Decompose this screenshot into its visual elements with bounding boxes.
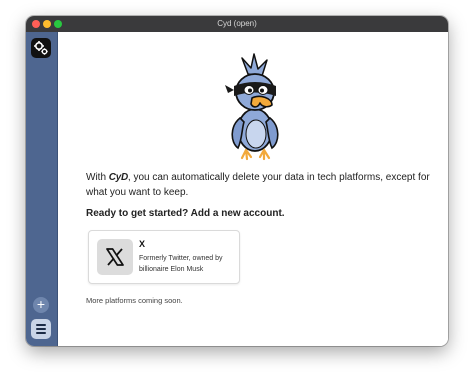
x-logo-icon [106,248,124,266]
main-content: With CyD, you can automatically delete y… [58,32,448,346]
menu-button[interactable] [31,319,51,339]
platform-description: Formerly Twitter, owned by billionaire E… [139,255,223,273]
more-platforms-note: More platforms coming soon. [86,296,183,305]
title-bar: Cyd (open) [26,16,448,32]
gears-icon [34,41,48,55]
intro-suffix: , you can automatically delete your data… [86,172,430,198]
platform-card-x[interactable]: X Formerly Twitter, owned by billionaire… [88,230,240,284]
platform-name: X [139,239,146,249]
hamburger-icon [36,324,46,326]
window-title: Cyd (open) [217,19,257,28]
intro-text: With CyD, you can automatically delete y… [86,170,431,200]
add-account-button[interactable]: + [33,297,49,313]
cyd-logo-word: CyD [108,172,128,183]
cyd-mascot-icon [225,53,279,161]
intro-prefix: With [86,172,109,183]
x-logo-tile [97,239,133,275]
get-started-heading: Ready to get started? Add a new account. [86,208,285,219]
app-window: Cyd (open) + With CyD, you can automatic… [26,16,448,346]
account-button[interactable] [31,38,51,58]
